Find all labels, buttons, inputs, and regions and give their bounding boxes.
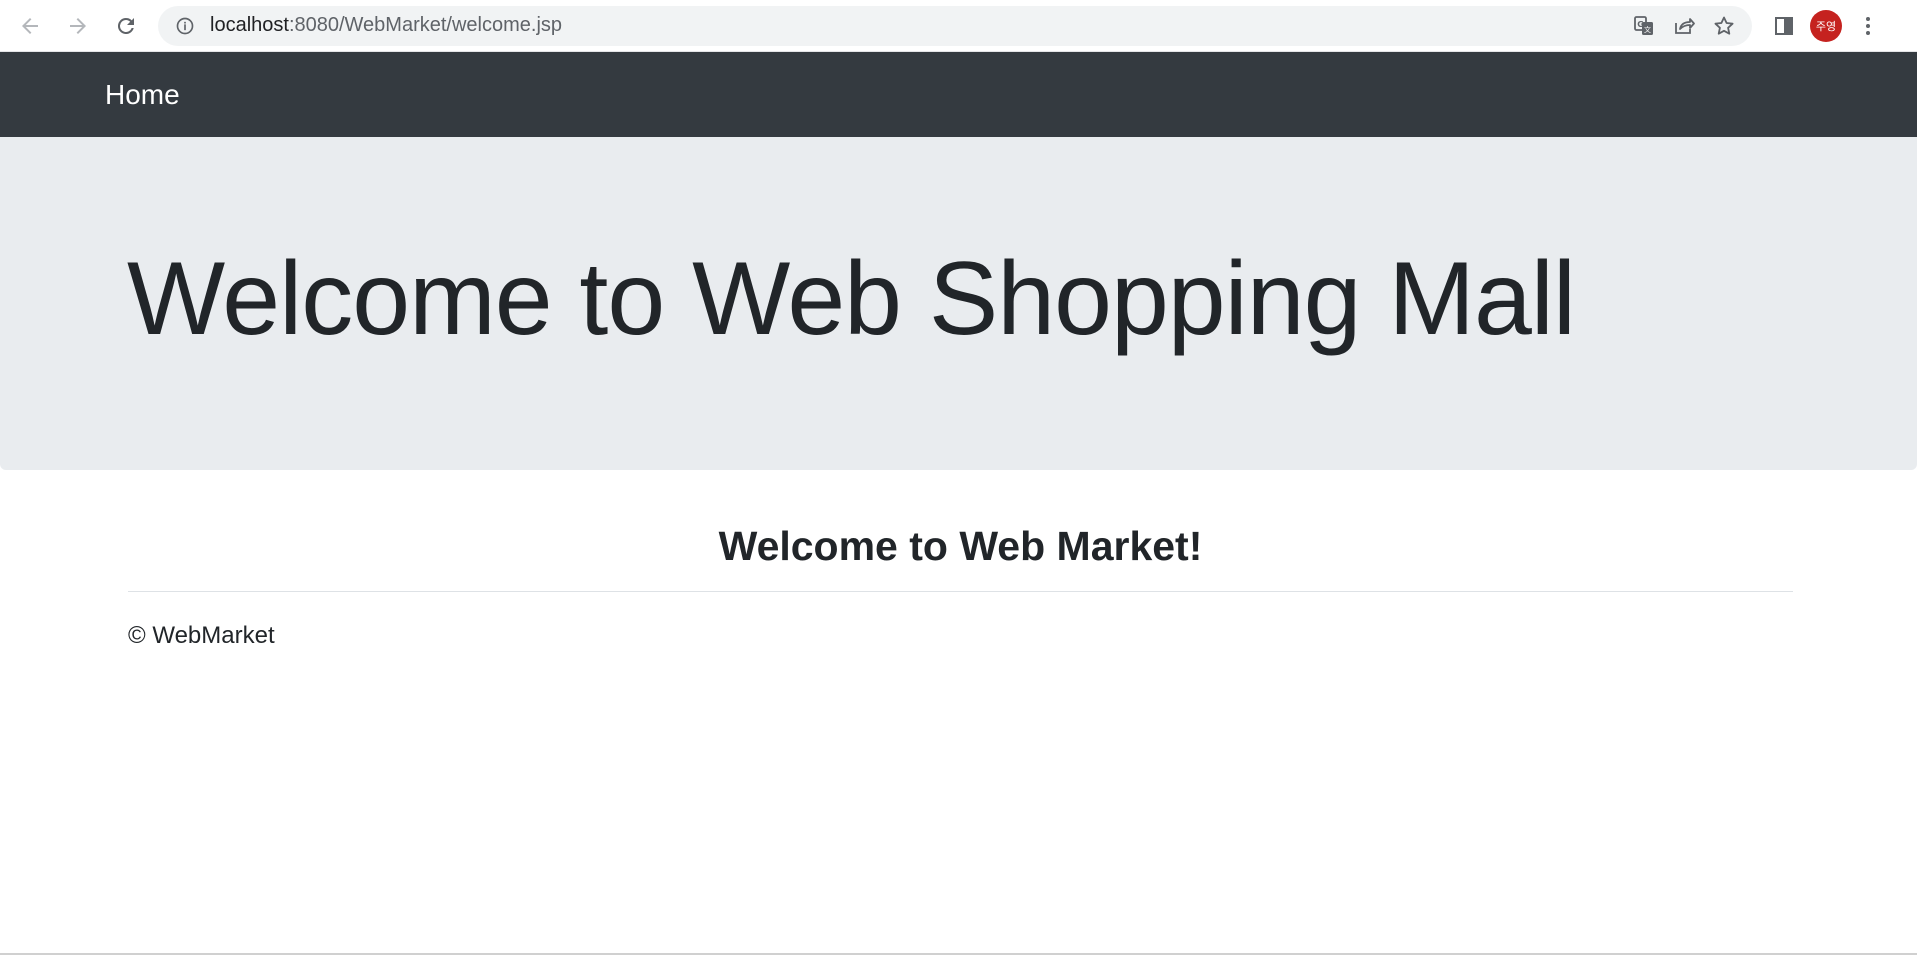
forward-button[interactable] [60, 8, 96, 44]
url-host: localhost [210, 14, 289, 36]
back-icon [22, 17, 38, 34]
divider [128, 591, 1793, 593]
footer-copyright: © WebMarket [128, 622, 275, 650]
main-content: Welcome to Web Market! © WebMarket [128, 523, 1793, 650]
reload-button[interactable] [108, 8, 144, 44]
star-icon [1714, 16, 1734, 35]
share-button[interactable] [1664, 8, 1704, 44]
welcome-heading: Welcome to Web Market! [718, 523, 1203, 569]
url-path: :8080/WebMarket/welcome.jsp [288, 14, 563, 36]
back-button[interactable] [12, 8, 48, 44]
translate-button[interactable]: G文 [1624, 8, 1664, 44]
jumbotron: Welcome to Web Shopping Mall [0, 137, 1917, 470]
more-menu-button[interactable] [1848, 8, 1888, 44]
address-bar[interactable]: localhost:8080/WebMarket/welcome.jsp G文 [158, 5, 1752, 46]
browser-toolbar: localhost:8080/WebMarket/welcome.jsp G文 … [0, 0, 1917, 52]
info-icon[interactable] [174, 15, 196, 37]
more-icon [1866, 16, 1870, 35]
reload-icon [117, 17, 134, 34]
forward-icon [70, 17, 86, 34]
profile-avatar[interactable]: 주영 [1810, 9, 1842, 42]
side-panel-button[interactable] [1764, 8, 1804, 44]
navbar-brand-home[interactable]: Home [105, 79, 180, 111]
page-title: Welcome to Web Shopping Mall [127, 241, 1576, 357]
navbar: Home [0, 52, 1917, 137]
bookmark-star-button[interactable] [1704, 8, 1744, 44]
toolbar-right: 주영 [1764, 8, 1888, 44]
side-panel-icon [1775, 16, 1793, 35]
translate-icon: G文 [1634, 15, 1653, 35]
svg-text:G: G [1637, 20, 1644, 29]
svg-text:文: 文 [1644, 25, 1651, 34]
share-icon [1675, 17, 1695, 34]
